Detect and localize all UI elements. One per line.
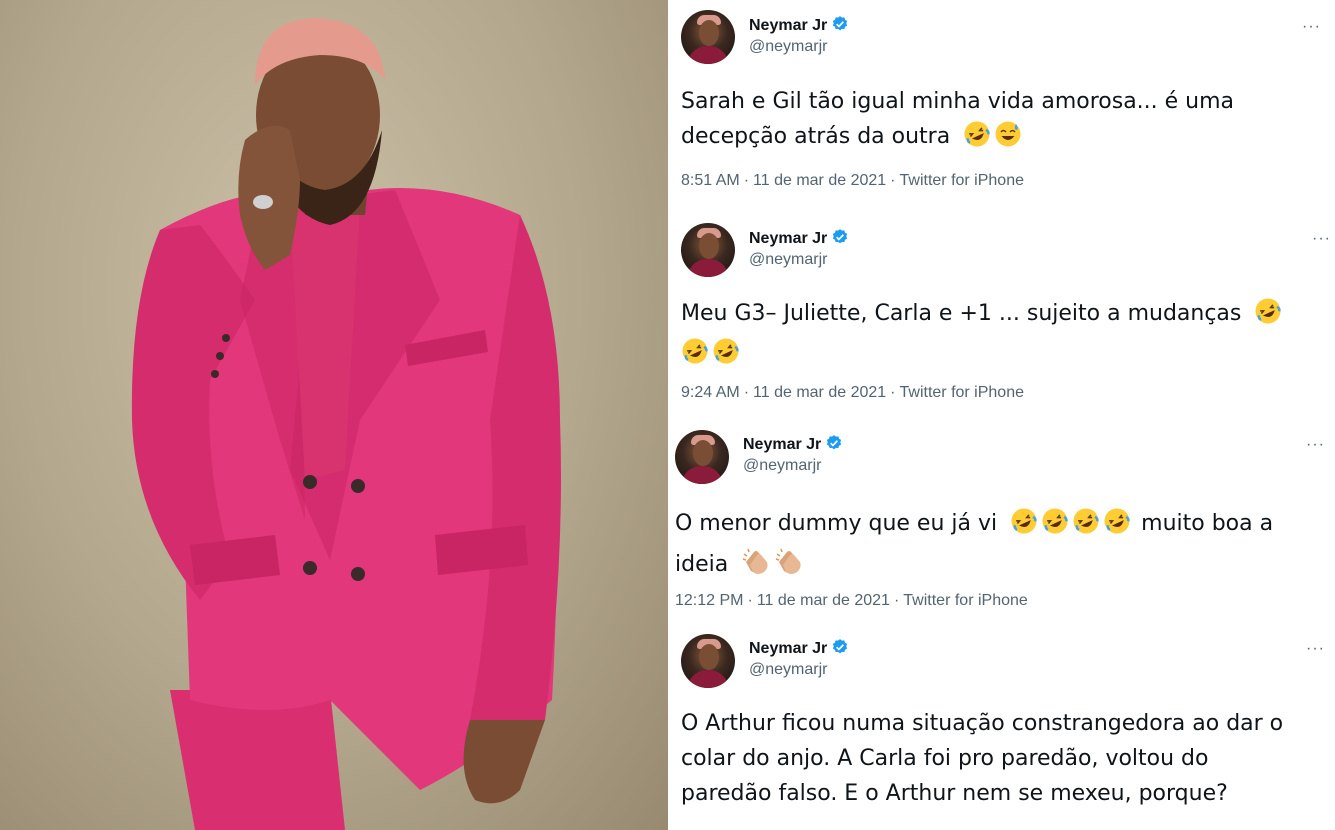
more-options-icon[interactable]: ···	[1302, 19, 1321, 35]
handle[interactable]: @neymarjr	[749, 661, 827, 679]
tweet-source[interactable]: Twitter for iPhone	[900, 384, 1025, 401]
verified-badge-icon	[827, 435, 842, 450]
verified-badge-icon	[833, 639, 848, 654]
handle[interactable]: @neymarjr	[749, 251, 827, 269]
rofl-emoji-icon	[712, 337, 740, 376]
avatar[interactable]	[681, 223, 735, 277]
meta-separator: ·	[743, 172, 750, 189]
avatar[interactable]	[681, 10, 735, 64]
tweet-time[interactable]: 9:24 AM	[681, 384, 740, 401]
rofl-emoji-icon	[1041, 507, 1069, 546]
meta-separator: ·	[893, 592, 900, 609]
tweet-date[interactable]: 11 de mar de 2021	[753, 384, 886, 401]
meta-separator: ·	[890, 384, 896, 401]
tweet-meta: 12:12 PM · 11 de mar de 2021 · Twitter for i…	[675, 592, 1028, 610]
verified-badge-icon	[833, 16, 848, 31]
display-name[interactable]: Neymar Jr	[743, 434, 843, 454]
display-name[interactable]: Neymar Jr	[749, 15, 849, 35]
tweet-meta: 8:51 AM · 11 de mar de 2021 · Twitter for iP…	[681, 172, 1024, 190]
tweet-text-line: O menor dummy que eu já vi muito boa a	[675, 506, 1273, 546]
tweet-text-line: O Arthur ficou numa situação constranged…	[681, 711, 1284, 736]
tweet-text-line-content: decepção atrás da outra	[681, 124, 951, 149]
display-name[interactable]: Neymar Jr	[749, 638, 849, 658]
tweet-time[interactable]: 12:12 PM	[675, 592, 743, 609]
rofl-emoji-icon	[1103, 507, 1131, 546]
display-name[interactable]: Neymar Jr	[749, 228, 849, 248]
handle[interactable]: @neymarjr	[749, 38, 827, 56]
tweet-text: O menor dummy que eu já vi muito boa a i…	[675, 506, 1273, 587]
sweat-smile-emoji-icon	[994, 120, 1022, 159]
verified-badge-icon	[833, 229, 848, 244]
handle[interactable]: @neymarjr	[743, 457, 821, 475]
photo-panel	[0, 0, 668, 830]
more-options-icon[interactable]: ···	[1312, 231, 1331, 247]
rofl-emoji-icon	[1254, 297, 1282, 336]
rofl-emoji-icon	[1010, 507, 1038, 546]
display-name-text: Neymar Jr	[749, 230, 828, 247]
tweet-text-line: paredão falso. E o Arthur nem se mexeu, …	[681, 781, 1228, 806]
tweet-card: Neymar Jr @neymarjr ··· Sarah e Gil tão …	[672, 0, 1335, 208]
tweet-text: Meu G3– Juliette, Carla e +1 ... sujeito…	[681, 296, 1285, 376]
tweet-time[interactable]: 8:51 AM	[681, 172, 740, 189]
tweet-text-line-content: ideia	[675, 552, 729, 577]
tweet-card: Neymar Jr @neymarjr ··· O menor dummy qu…	[672, 420, 1335, 628]
tweet-date[interactable]: 11 de mar de 2021	[757, 592, 890, 609]
tweet-text-line: Sarah e Gil tão igual minha vida amorosa…	[681, 89, 1235, 114]
tweet-text-line-content: Meu G3– Juliette, Carla e +1 ... sujeito…	[681, 301, 1242, 326]
tweet-text-line-content: O menor dummy que eu já vi	[675, 511, 998, 536]
display-name-text: Neymar Jr	[749, 640, 828, 657]
tweet-text-line: colar do anjo. A Carla foi pro paredão, …	[681, 746, 1209, 771]
tweet-text-line-content: muito boa a	[1141, 511, 1274, 536]
meta-separator: ·	[890, 172, 896, 189]
person-in-pink-suit-photo	[131, 18, 561, 830]
meta-separator: ·	[743, 384, 750, 401]
tweets-column: Neymar Jr @neymarjr ··· Sarah e Gil tão …	[672, 0, 1335, 830]
avatar[interactable]	[675, 430, 729, 484]
tweet-meta: 9:24 AM · 11 de mar de 2021 · Twitter for iP…	[681, 384, 1024, 402]
tweet-text: Sarah e Gil tão igual minha vida amorosa…	[681, 84, 1234, 159]
rofl-emoji-icon	[1072, 507, 1100, 546]
rofl-emoji-icon	[963, 120, 991, 159]
avatar[interactable]	[681, 634, 735, 688]
more-options-icon[interactable]: ···	[1306, 437, 1325, 453]
rofl-emoji-icon	[681, 337, 709, 376]
tweet-text: O Arthur ficou numa situação constranged…	[681, 706, 1283, 811]
tweet-source[interactable]: Twitter for iPhone	[900, 172, 1025, 189]
tweet-text-line: ideia	[675, 546, 1273, 587]
clap-emoji-icon	[741, 546, 771, 587]
tweet-text-line	[681, 336, 1285, 376]
tweet-date[interactable]: 11 de mar de 2021	[753, 172, 886, 189]
tweet-text-line: decepção atrás da outra	[681, 119, 1234, 159]
display-name-text: Neymar Jr	[743, 436, 822, 453]
screenshot-collage: Neymar Jr @neymarjr ··· Sarah e Gil tão …	[0, 0, 1335, 830]
display-name-text: Neymar Jr	[749, 17, 828, 34]
tweet-source[interactable]: Twitter for iPhone	[903, 592, 1028, 609]
tweet-card: Neymar Jr @neymarjr ··· O Arthur ficou n…	[672, 628, 1335, 830]
tweet-text-line: Meu G3– Juliette, Carla e +1 ... sujeito…	[681, 296, 1285, 336]
clap-emoji-icon	[774, 546, 804, 587]
tweet-card: Neymar Jr @neymarjr ··· Meu G3– Juliette…	[672, 208, 1335, 420]
meta-separator: ·	[747, 592, 753, 609]
more-options-icon[interactable]: ···	[1306, 641, 1325, 657]
